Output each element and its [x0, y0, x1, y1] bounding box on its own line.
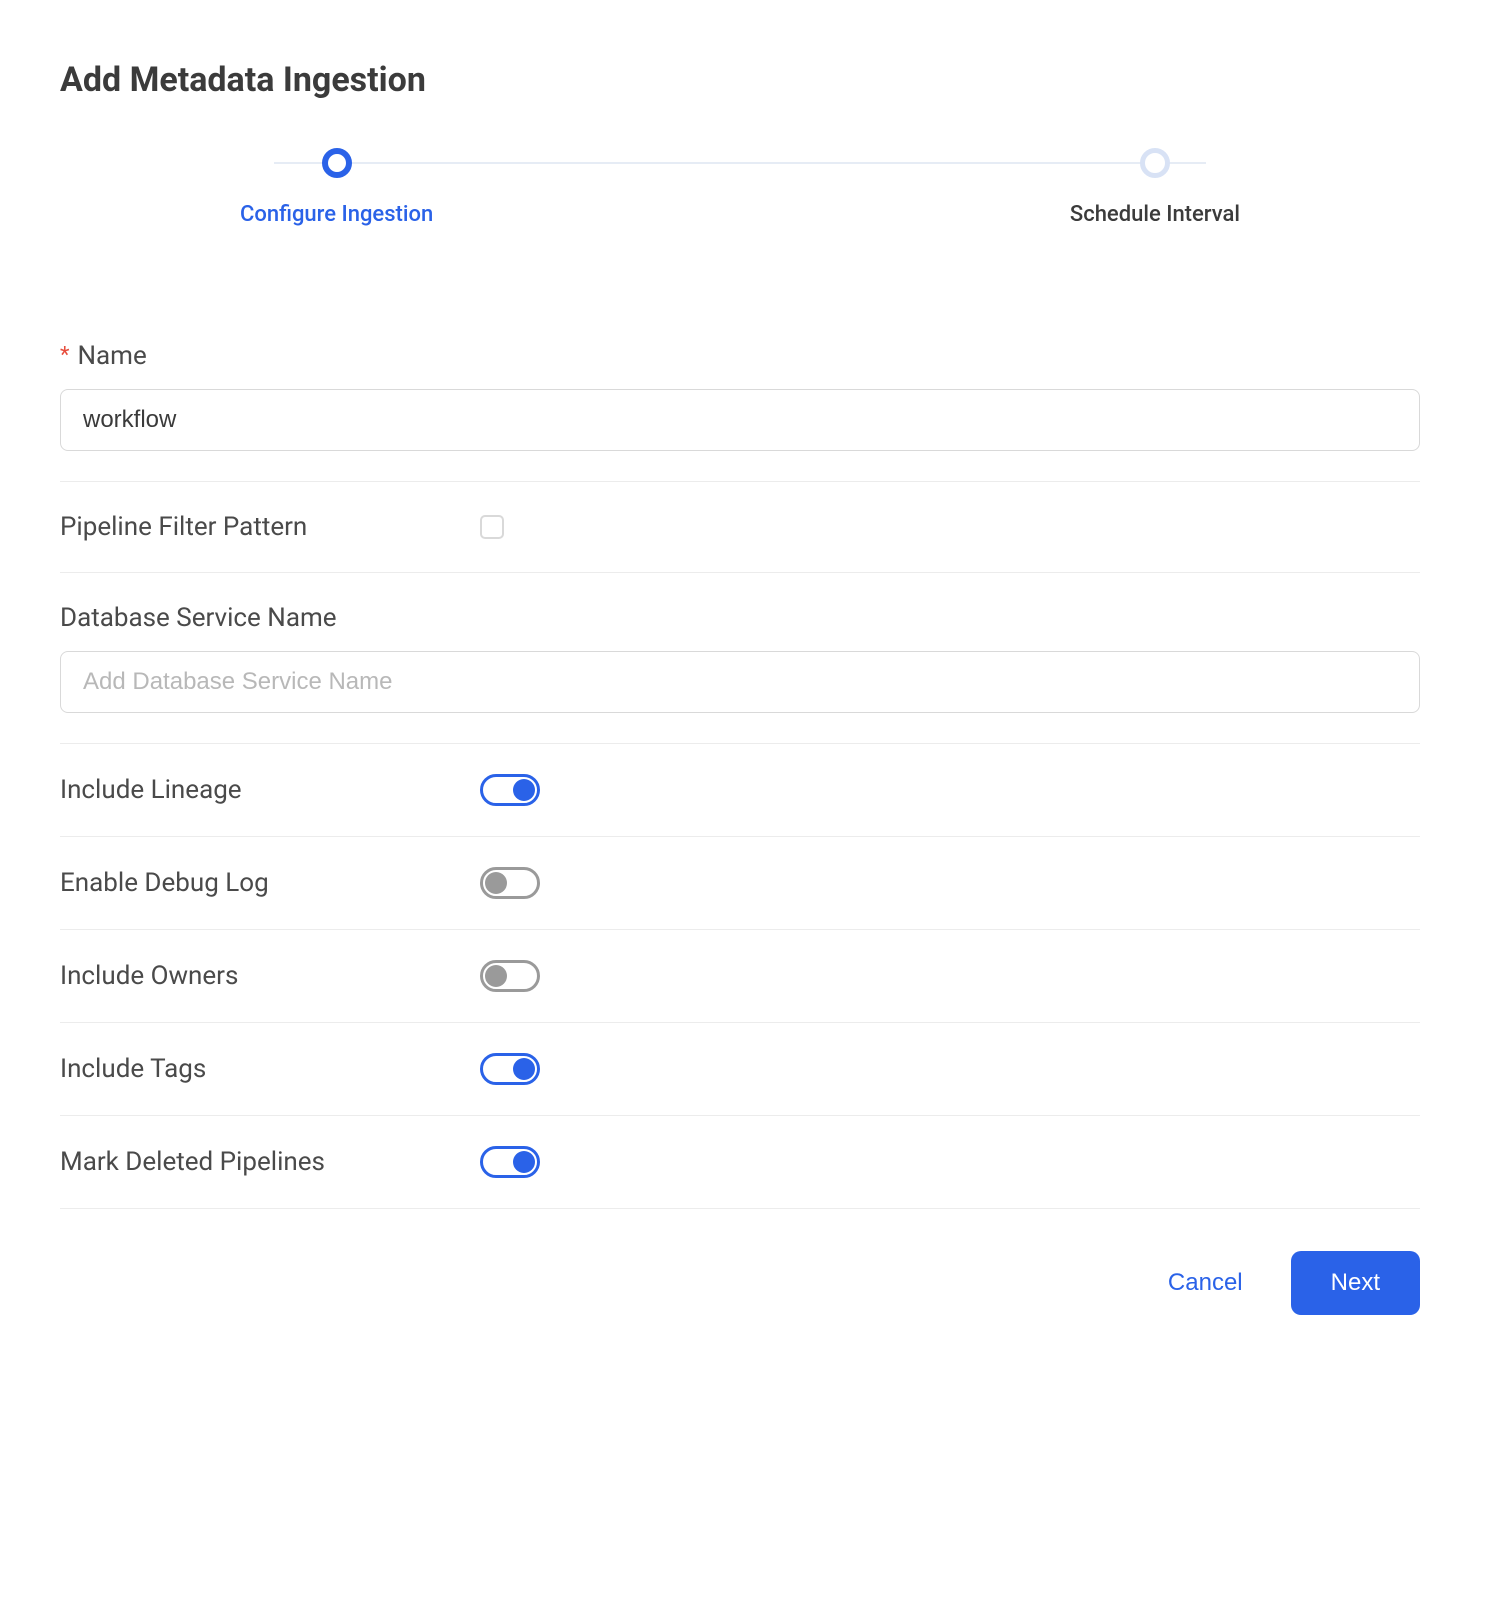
field-pipeline-filter-pattern: Pipeline Filter Pattern [60, 482, 1420, 573]
toggle-knob-icon [513, 779, 535, 801]
field-mark-deleted-pipelines: Mark Deleted Pipelines [60, 1116, 1420, 1209]
include-lineage-toggle[interactable] [480, 774, 540, 806]
include-tags-label: Include Tags [60, 1054, 480, 1084]
include-lineage-label: Include Lineage [60, 775, 480, 805]
mark-deleted-pipelines-toggle[interactable] [480, 1146, 540, 1178]
field-enable-debug-log: Enable Debug Log [60, 837, 1420, 930]
enable-debug-log-toggle[interactable] [480, 867, 540, 899]
toggle-knob-icon [513, 1151, 535, 1173]
include-owners-toggle[interactable] [480, 960, 540, 992]
name-label: Name [77, 341, 146, 371]
required-star-icon: * [60, 345, 69, 367]
database-service-name-input[interactable] [60, 651, 1420, 713]
step-label: Configure Ingestion [240, 202, 433, 227]
field-database-service-name-group: Database Service Name [60, 573, 1420, 744]
step-label: Schedule Interval [1070, 202, 1240, 227]
name-input[interactable] [60, 389, 1420, 451]
pipeline-filter-pattern-label: Pipeline Filter Pattern [60, 512, 480, 542]
enable-debug-log-label: Enable Debug Log [60, 868, 480, 898]
toggle-knob-icon [485, 965, 507, 987]
mark-deleted-pipelines-label: Mark Deleted Pipelines [60, 1147, 480, 1177]
stepper: Configure Ingestion Schedule Interval [240, 148, 1240, 227]
include-tags-toggle[interactable] [480, 1053, 540, 1085]
step-circle-active-icon [322, 148, 352, 178]
step-configure-ingestion[interactable]: Configure Ingestion [240, 148, 433, 227]
step-schedule-interval[interactable]: Schedule Interval [1070, 148, 1240, 227]
field-name-group: * Name [60, 317, 1420, 482]
toggle-knob-icon [513, 1058, 535, 1080]
field-include-lineage: Include Lineage [60, 744, 1420, 837]
include-owners-label: Include Owners [60, 961, 480, 991]
step-circle-inactive-icon [1140, 148, 1170, 178]
field-include-tags: Include Tags [60, 1023, 1420, 1116]
toggle-knob-icon [485, 872, 507, 894]
pipeline-filter-pattern-checkbox[interactable] [480, 515, 504, 539]
cancel-button[interactable]: Cancel [1168, 1269, 1243, 1297]
database-service-name-label: Database Service Name [60, 603, 337, 633]
next-button[interactable]: Next [1291, 1251, 1420, 1315]
field-include-owners: Include Owners [60, 930, 1420, 1023]
footer-actions: Cancel Next [60, 1209, 1420, 1315]
page-title: Add Metadata Ingestion [60, 60, 1420, 100]
